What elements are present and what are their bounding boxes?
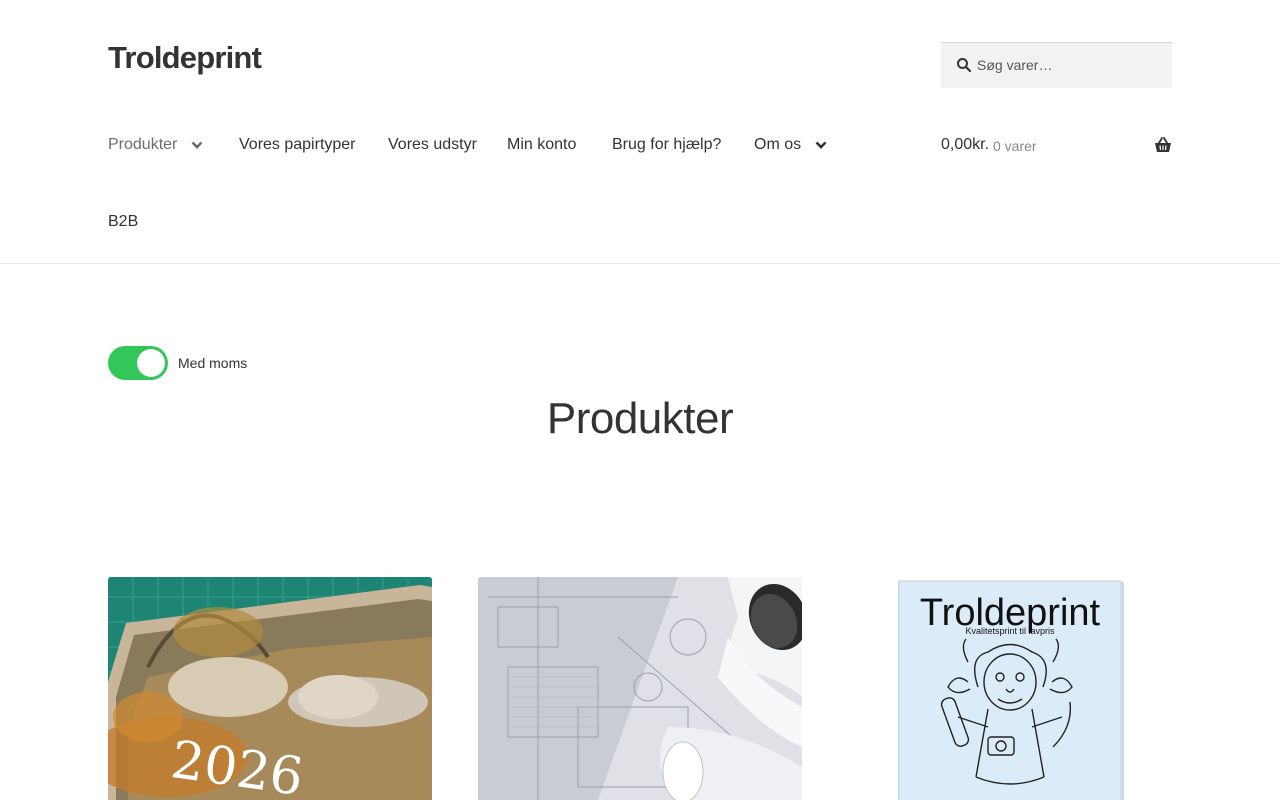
- troldeprint-tagline-text: Kvalitetsprint til lavpris: [965, 626, 1055, 636]
- vat-toggle-label: Med moms: [178, 355, 248, 371]
- nav-item-b2b[interactable]: B2B: [108, 213, 138, 231]
- nav-item-label: B2B: [108, 213, 139, 230]
- nav-item-label: Vores papirtyper: [239, 136, 356, 153]
- nav-item-min-konto[interactable]: Min konto: [507, 136, 576, 154]
- basket-icon: [1155, 137, 1171, 152]
- vat-toggle-row: Med moms: [108, 346, 247, 380]
- search-icon: [957, 58, 972, 73]
- nav-item-label: Brug for hjælp?: [612, 136, 722, 153]
- nav-item-label: Produkter: [108, 136, 178, 153]
- nav-item-vores-udstyr[interactable]: Vores udstyr: [388, 136, 477, 154]
- product-card-blueprints[interactable]: [478, 577, 802, 800]
- nav-item-produkter[interactable]: Produkter: [108, 136, 203, 154]
- product-search: [941, 42, 1172, 88]
- chevron-down-icon: [815, 141, 827, 149]
- nav-item-label: Vores udstyr: [388, 136, 477, 153]
- site-title-link[interactable]: Troldeprint: [108, 40, 262, 76]
- nav-item-label: Min konto: [507, 136, 577, 153]
- blueprint-product-image: [478, 577, 802, 800]
- cart-amount: 0,00kr.: [941, 136, 990, 153]
- product-card-calendar[interactable]: 2026: [108, 577, 432, 800]
- product-card-troldeprint[interactable]: Troldeprint Kvalitetsprint til lavpris: [848, 577, 1172, 800]
- nav-item-label: Om os: [754, 136, 802, 153]
- nav-item-vores-papirtyper[interactable]: Vores papirtyper: [239, 136, 356, 154]
- site-header: Troldeprint Produkter Vores papirtyper V…: [0, 0, 1280, 264]
- troldeprint-product-image: Troldeprint Kvalitetsprint til lavpris: [848, 577, 1172, 800]
- vat-toggle[interactable]: [108, 346, 168, 380]
- calendar-product-image: 2026: [108, 577, 432, 800]
- chevron-down-icon: [191, 141, 203, 149]
- mini-cart[interactable]: 0,00kr. 0 varer: [941, 136, 1172, 158]
- search-input[interactable]: [977, 43, 1167, 87]
- toggle-knob: [137, 349, 165, 377]
- page-title: Produkter: [546, 394, 734, 443]
- nav-item-brug-for-hjaelp[interactable]: Brug for hjælp?: [612, 136, 721, 154]
- cart-count: 0 varer: [993, 138, 1037, 154]
- nav-item-om-os[interactable]: Om os: [754, 136, 827, 154]
